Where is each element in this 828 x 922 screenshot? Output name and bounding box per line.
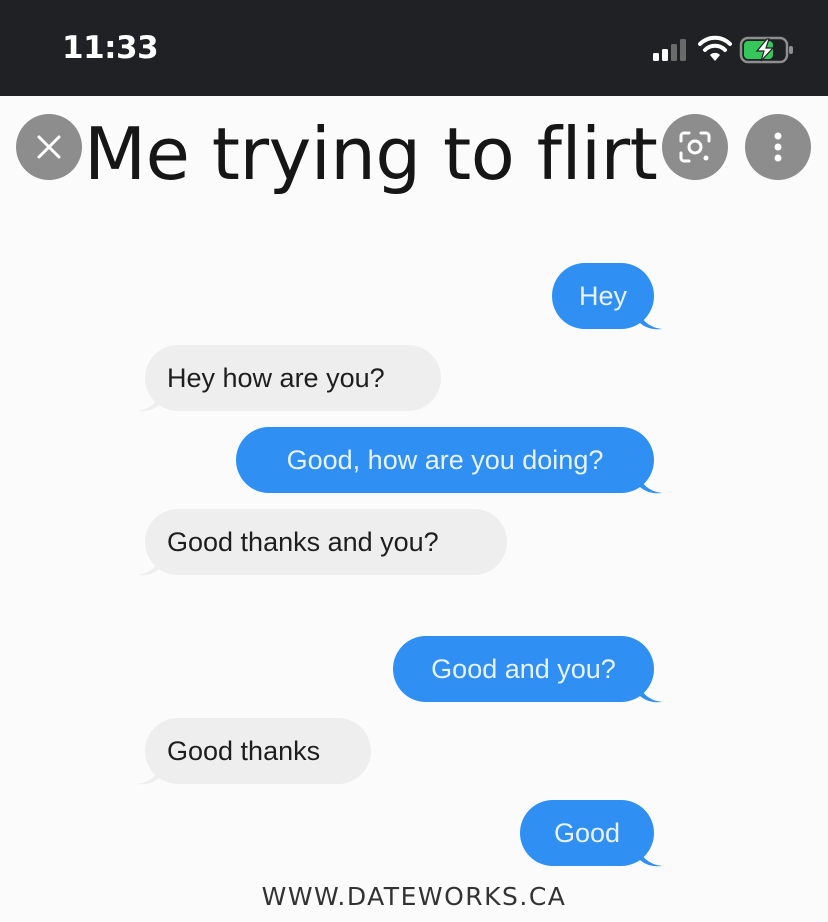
lens-search-button[interactable] [662, 114, 728, 180]
message-text: Good, how are you doing? [286, 444, 604, 475]
message-bubble-sent: Good, how are you doing? [236, 427, 662, 494]
close-icon [37, 135, 61, 159]
more-vertical-icon [774, 132, 782, 162]
more-options-button[interactable] [745, 114, 811, 180]
wifi-icon [698, 35, 732, 61]
status-time: 11:33 [62, 30, 159, 66]
message-bubble-received: Hey how are you? [137, 345, 441, 412]
meme-title: Me trying to flirt [84, 112, 658, 196]
status-bar: 11:33 [0, 0, 828, 96]
message-bubble-sent: Good and you? [393, 636, 662, 703]
message-bubble-sent: Good [520, 800, 662, 867]
message-bubble-sent: Hey [552, 263, 662, 330]
lens-search-icon [679, 131, 711, 163]
message-text: Good and you? [431, 653, 616, 684]
message-bubble-received: Good thanks and you? [137, 509, 507, 576]
cellular-signal-icon [653, 39, 686, 61]
message-text: Hey [578, 280, 627, 311]
watermark: WWW.DATEWORKS.CA [261, 882, 567, 911]
message-text: Good thanks [167, 735, 321, 766]
battery-charging-icon [739, 36, 793, 64]
message-text: Good [553, 817, 621, 848]
message-text: Hey how are you? [167, 362, 385, 393]
message-bubble-received: Good thanks [137, 718, 371, 785]
close-button[interactable] [16, 114, 82, 180]
message-text: Good thanks and you? [167, 526, 439, 557]
